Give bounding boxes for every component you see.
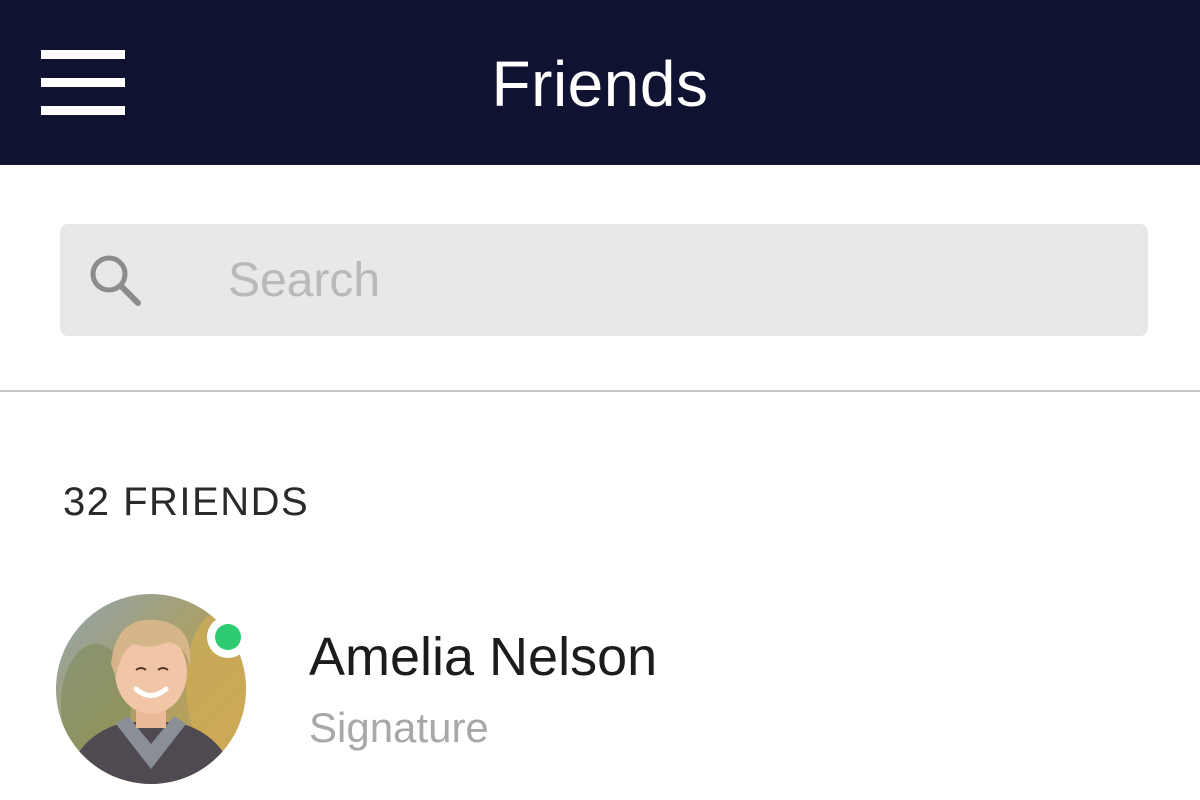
search-section xyxy=(0,165,1200,391)
online-dot xyxy=(215,624,241,650)
online-status-indicator xyxy=(207,616,249,658)
page-title: Friends xyxy=(491,48,709,120)
friends-count-label: 32 FRIENDS xyxy=(63,480,310,524)
search-icon xyxy=(90,255,141,306)
friend-signature: Signature xyxy=(309,704,489,751)
friend-list-item[interactable]: Amelia Nelson Signature xyxy=(0,590,1200,790)
section-divider xyxy=(0,390,1200,392)
search-bar[interactable] xyxy=(60,224,1148,336)
search-input[interactable] xyxy=(228,224,1128,336)
app-header: Friends xyxy=(0,0,1200,165)
friend-name: Amelia Nelson xyxy=(309,627,658,687)
